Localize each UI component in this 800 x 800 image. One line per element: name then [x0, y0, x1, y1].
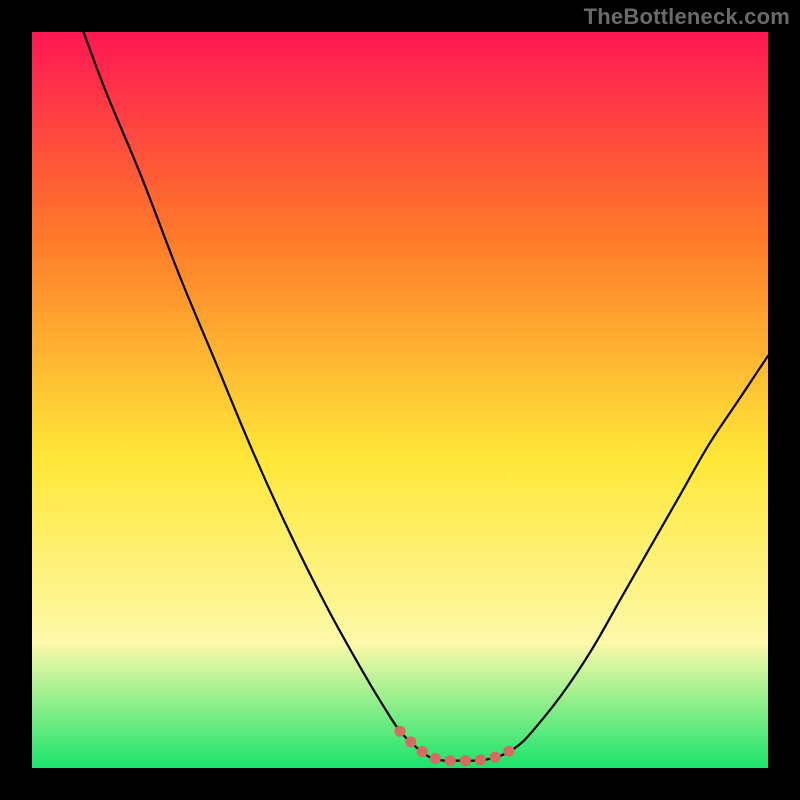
bottleneck-chart	[32, 32, 768, 768]
chart-frame: TheBottleneck.com	[0, 0, 800, 800]
gradient-background	[32, 32, 768, 768]
plot-area	[32, 32, 768, 768]
watermark-text: TheBottleneck.com	[584, 4, 790, 30]
